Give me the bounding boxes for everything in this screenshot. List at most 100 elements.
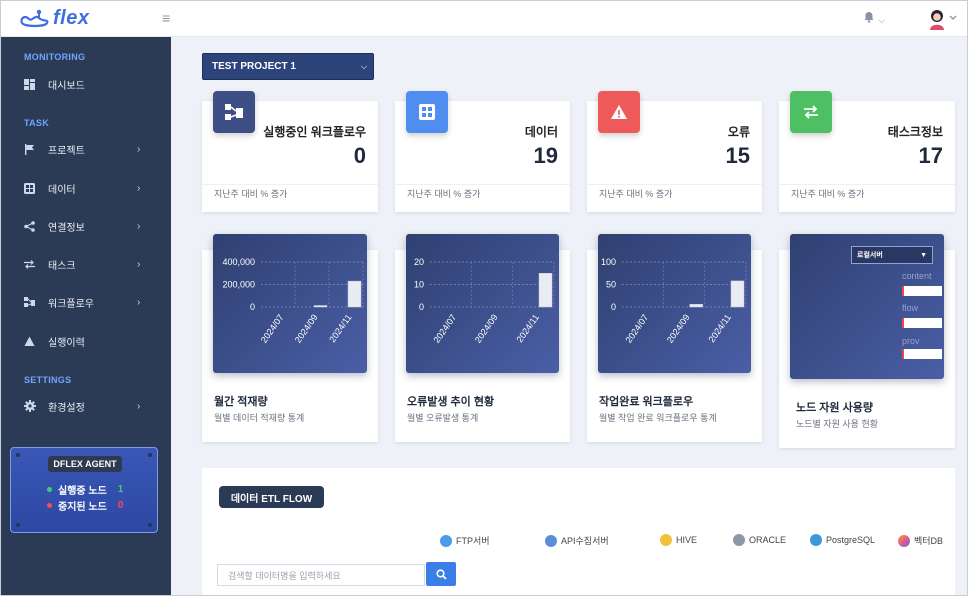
grid-icon [419,104,435,120]
chart-panel-completed-workflow: 0 50 100 2024/07 2024/09 2024/11 [598,234,751,373]
bar [347,280,362,308]
legend-ftp: FTP서버 [440,534,490,547]
top-bar: flex ≡ ⌵ [1,1,967,37]
bar [538,273,553,308]
chevron-right-icon: › [137,258,141,270]
screw-decoration [148,453,152,457]
legend-vectordb: 벡터DB [898,534,943,547]
chart-monthly-load: 0 200,000 400,000 2024/07 2024/09 2024/11 [222,257,364,345]
legend-api: API수집서버 [545,534,609,547]
x-tick-label: 2024/07 [623,312,650,344]
sidebar-item-settings[interactable]: 환경설정 › [1,395,171,417]
y-tick-label: 0 [250,302,255,312]
stat-value: 17 [918,143,943,168]
chart-subtitle: 월별 오류발생 통계 [407,413,479,423]
sidebar-item-history[interactable]: 실행이력 [1,330,171,352]
workflow-icon [23,296,36,309]
ftp-server-icon [440,534,452,547]
sidebar-item-label: 환경설정 [48,402,85,414]
legend-hive: HIVE [660,534,697,546]
sidebar-section-monitoring: MONITORING [24,52,86,62]
screw-decoration [148,523,152,527]
sidebar: MONITORING 대시보드 TASK 프로젝트 › 데이터 › 연결정보 ›… [1,37,171,595]
node-bar-content [902,286,942,296]
logo-text: flex [53,7,90,29]
stat-icon-data [406,91,448,133]
y-tick-label: 50 [606,280,616,290]
workflow-icon [225,104,243,120]
sidebar-item-label: 프로젝트 [48,145,85,157]
chart-subtitle: 월별 데이터 적재량 통계 [214,413,305,423]
stat-footer: 지난주 대비 % 증가 [407,189,481,199]
x-tick-label: 2024/11 [514,312,540,344]
project-select[interactable]: TEST PROJECT 1 ⌵ [202,53,374,80]
running-node-label: 실행중 노드 [58,486,107,497]
dflex-logo-icon [20,9,49,27]
user-avatar[interactable] [929,8,957,30]
chevron-right-icon: › [137,182,141,194]
legend-label: ORACLE [749,535,787,545]
sidebar-item-task[interactable]: 태스크 › [1,253,171,275]
menu-toggle-icon[interactable]: ≡ [162,10,170,26]
chart-subtitle: 노드별 자원 사용 현황 [796,419,879,429]
agent-title: DFLEX AGENT [48,456,122,472]
node-select[interactable]: 로컬서버 ▼ [851,246,933,264]
sidebar-item-label: 태스크 [48,260,76,272]
stat-title: 태스크정보 [887,125,943,139]
stopped-node-count: 0 [117,500,124,511]
chart-panel-error-trend: 0 10 20 2024/07 2024/09 2024/11 [406,234,559,373]
sidebar-item-label: 데이터 [48,184,76,196]
x-tick-label: 2024/07 [431,312,458,344]
x-tick-label: 2024/09 [473,312,500,344]
sidebar-item-connection[interactable]: 연결정보 › [1,215,171,237]
x-tick-label: 2024/09 [293,312,320,344]
chevron-down-icon: ▼ [920,251,927,259]
stat-footer: 지난주 대비 % 증가 [599,189,673,199]
x-tick-label: 2024/11 [706,312,732,344]
sidebar-item-label: 연결정보 [48,222,85,234]
logo[interactable]: flex [19,7,89,30]
sidebar-section-settings: SETTINGS [24,375,72,385]
sidebar-item-dashboard[interactable]: 대시보드 [1,73,171,95]
hive-icon [660,534,672,546]
agent-status-panel: DFLEX AGENT 실행중 노드 1 중지된 노드 0 [10,447,158,533]
postgresql-icon [810,534,822,546]
stat-title: 데이터 [524,125,558,139]
node-bar-prov [902,349,942,359]
bar [689,304,703,308]
chart-title: 작업완료 워크플로우 [599,396,694,408]
chart-title: 오류발생 추이 현황 [407,396,495,408]
search-icon [435,568,447,580]
y-tick-label: 200,000 [222,280,255,290]
notification-bell[interactable]: ⌵ [863,11,885,26]
stat-footer: 지난주 대비 % 증가 [791,189,865,199]
stat-icon-error [598,91,640,133]
y-tick-label: 100 [601,257,616,267]
sidebar-item-label: 대시보드 [48,80,85,92]
search-placeholder: 검색할 데이터명을 입력하세요 [228,570,341,581]
legend-label: FTP서버 [456,536,490,546]
chevron-down-icon: ⌵ [878,15,886,25]
flag-icon [23,143,36,156]
data-search-input[interactable]: 검색할 데이터명을 입력하세요 [217,564,425,586]
node-category-label: content [902,271,932,281]
sidebar-item-workflow[interactable]: 워크플로우 › [1,291,171,313]
chevron-down-icon: ⌵ [360,61,367,71]
stat-value: 15 [725,143,750,168]
stat-footer: 지난주 대비 % 증가 [214,189,288,199]
search-button[interactable] [426,562,456,586]
oracle-icon [733,534,745,546]
sidebar-item-label: 워크플로우 [48,298,94,310]
node-category-label: flow [902,303,919,313]
chart-title: 노드 자원 사용량 [796,402,873,414]
sidebar-item-project[interactable]: 프로젝트 › [1,138,171,160]
chevron-right-icon: › [137,143,141,155]
stat-icon-workflow [213,91,255,133]
y-tick-label: 20 [414,257,424,267]
etl-flow-title: 데이터 ETL FLOW [219,486,324,508]
status-dot-green [47,487,52,492]
gear-icon [23,400,36,413]
chart-title: 월간 적재량 [214,396,268,408]
avatar-icon [930,10,957,30]
sidebar-item-data[interactable]: 데이터 › [1,177,171,199]
